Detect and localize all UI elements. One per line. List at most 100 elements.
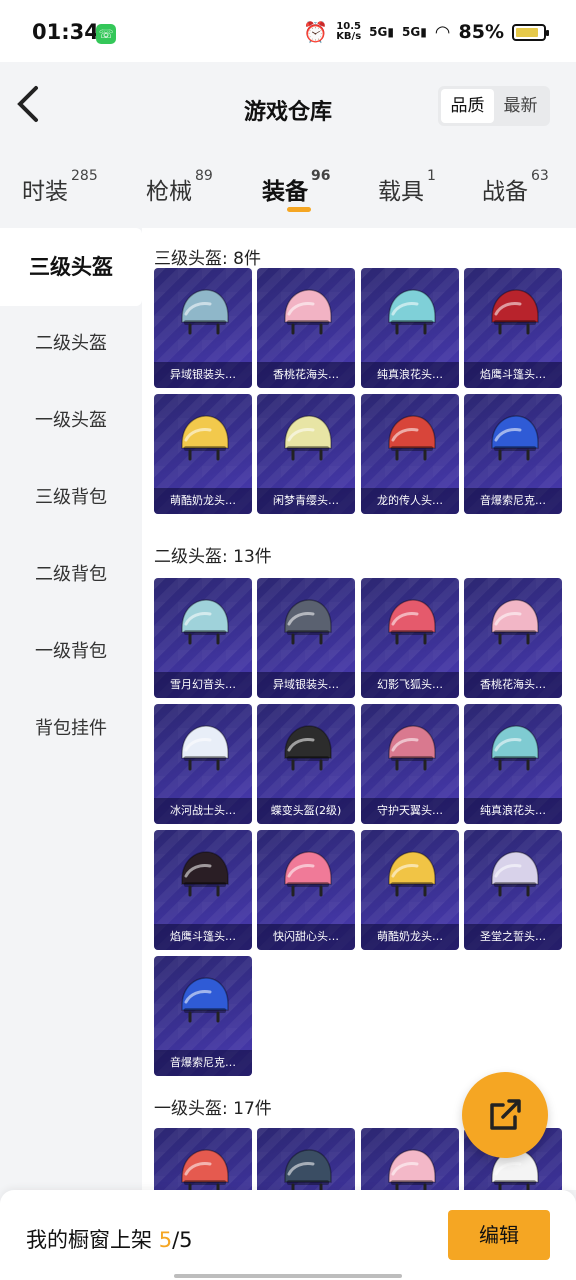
item-card[interactable]: 香桃花海头… [257, 268, 355, 388]
item-card[interactable]: 蝶变头盔(2级) [257, 704, 355, 824]
item-card[interactable]: 纯真浪花头… [361, 268, 459, 388]
item-card[interactable]: 异域银装头… [154, 268, 252, 388]
helmet-icon [181, 415, 229, 461]
item-card[interactable]: 快闪甜心头… [257, 830, 355, 950]
sidebar-item-level1-backpack[interactable]: 一级背包 [0, 613, 142, 691]
item-name: 雪月幻音头… [154, 672, 252, 698]
item-card[interactable]: 圣堂之誓头… [464, 830, 562, 950]
alarm-icon: ⏰ [303, 20, 329, 44]
showcase-current: 5 [158, 1228, 173, 1252]
share-external-icon [490, 1099, 521, 1130]
helmet-icon [284, 415, 332, 461]
item-name: 萌酷奶龙头… [361, 924, 459, 950]
category-tabs: 时装285 枪械89 装备96 载具1 战备63 [0, 152, 576, 228]
item-name: 香桃花海头… [464, 672, 562, 698]
sidebar-item-level3-helmet[interactable]: 三级头盔 [0, 228, 142, 306]
item-name: 守护天翼头… [361, 798, 459, 824]
showcase-count: 我的橱窗上架 5/5 [26, 1224, 193, 1254]
helmet-icon [181, 289, 229, 335]
helmet-icon [388, 415, 436, 461]
item-card[interactable]: 音爆索尼克… [154, 956, 252, 1076]
item-card[interactable]: 闲梦青缨头… [257, 394, 355, 514]
item-card[interactable]: 萌酷奶龙头… [154, 394, 252, 514]
sort-toggle: 品质 最新 [438, 86, 550, 126]
edit-button[interactable]: 编辑 [448, 1210, 550, 1260]
network-speed: 10.5 KB/s [336, 22, 361, 42]
section-title: 三级头盔: 8件 [154, 249, 261, 269]
helmet-icon [181, 599, 229, 645]
tab-firearms[interactable]: 枪械89 [146, 168, 213, 206]
sidebar-item-backpack-charm[interactable]: 背包挂件 [0, 690, 142, 768]
tab-supplies[interactable]: 战备63 [482, 168, 549, 206]
item-name: 闲梦青缨头… [257, 488, 355, 514]
item-card[interactable]: 萌酷奶龙头… [361, 830, 459, 950]
item-card[interactable]: 雪月幻音头… [154, 578, 252, 698]
tab-vehicles[interactable]: 载具1 [378, 168, 436, 206]
item-card[interactable]: 纯真浪花头… [464, 704, 562, 824]
share-external-button[interactable] [462, 1072, 548, 1158]
helmet-icon [491, 599, 539, 645]
tab-equipment[interactable]: 装备96 [262, 168, 330, 206]
wifi-icon: ◠ [434, 21, 451, 43]
helmet-icon [284, 851, 332, 897]
item-card[interactable] [361, 1128, 459, 1190]
helmet-icon [491, 415, 539, 461]
item-name: 龙的传人头… [361, 488, 459, 514]
sort-latest-button[interactable]: 最新 [494, 89, 547, 123]
bottom-bar: 我的橱窗上架 5/5 编辑 [0, 1190, 576, 1280]
item-name: 异域银装头… [154, 362, 252, 388]
section-title: 二级头盔: 13件 [154, 547, 272, 567]
helmet-icon [491, 851, 539, 897]
sidebar-item-level1-helmet[interactable]: 一级头盔 [0, 382, 142, 460]
helmet-icon [491, 725, 539, 771]
helmet-icon [284, 1149, 332, 1190]
active-tab-indicator [287, 207, 311, 212]
item-name: 幻影飞狐头… [361, 672, 459, 698]
helmet-icon [388, 725, 436, 771]
item-name: 音爆索尼克… [154, 1050, 252, 1076]
item-card[interactable]: 守护天翼头… [361, 704, 459, 824]
helmet-icon [284, 725, 332, 771]
item-card[interactable]: 幻影飞狐头… [361, 578, 459, 698]
item-name: 蝶变头盔(2级) [257, 798, 355, 824]
helmet-icon [284, 289, 332, 335]
item-name: 冰河战士头… [154, 798, 252, 824]
home-indicator[interactable] [174, 1274, 402, 1278]
helmet-icon [388, 289, 436, 335]
sidebar: 三级头盔 二级头盔 一级头盔 三级背包 二级背包 一级背包 背包挂件 [0, 228, 142, 1190]
item-name: 焰鹰斗篷头… [154, 924, 252, 950]
item-card[interactable]: 焰鹰斗篷头… [464, 268, 562, 388]
phone-call-icon: ☏ [96, 24, 116, 44]
sidebar-item-level3-backpack[interactable]: 三级背包 [0, 459, 142, 537]
item-card[interactable]: 龙的传人头… [361, 394, 459, 514]
helmet-icon [181, 725, 229, 771]
item-name: 快闪甜心头… [257, 924, 355, 950]
battery-icon [512, 23, 549, 41]
helmet-icon [181, 851, 229, 897]
helmet-icon [388, 599, 436, 645]
helmet-icon [181, 1149, 229, 1190]
signal-5g-2: 5G▮ [401, 25, 427, 39]
item-name: 音爆索尼克… [464, 488, 562, 514]
tab-fashion[interactable]: 时装285 [22, 168, 98, 206]
speed-unit: KB/s [336, 31, 362, 42]
status-icons: ⏰ 10.5 KB/s 5G▮ 5G▮ ◠ 85% [303, 20, 549, 44]
status-time: 01:34 [32, 20, 99, 44]
item-card[interactable]: 音爆索尼克… [464, 394, 562, 514]
helmet-icon [284, 599, 332, 645]
item-card[interactable] [257, 1128, 355, 1190]
sidebar-item-level2-helmet[interactable]: 二级头盔 [0, 305, 142, 383]
item-name: 焰鹰斗篷头… [464, 362, 562, 388]
helmet-icon [491, 289, 539, 335]
item-card[interactable]: 冰河战士头… [154, 704, 252, 824]
item-card[interactable]: 香桃花海头… [464, 578, 562, 698]
item-card[interactable]: 异域银装头… [257, 578, 355, 698]
battery-percent: 85% [458, 21, 504, 43]
helmet-icon [181, 977, 229, 1023]
sort-quality-button[interactable]: 品质 [441, 89, 494, 123]
item-card[interactable] [154, 1128, 252, 1190]
item-card[interactable]: 焰鹰斗篷头… [154, 830, 252, 950]
showcase-label: 我的橱窗上架 [26, 1228, 159, 1252]
sidebar-item-level2-backpack[interactable]: 二级背包 [0, 536, 142, 614]
item-name: 异域银装头… [257, 672, 355, 698]
